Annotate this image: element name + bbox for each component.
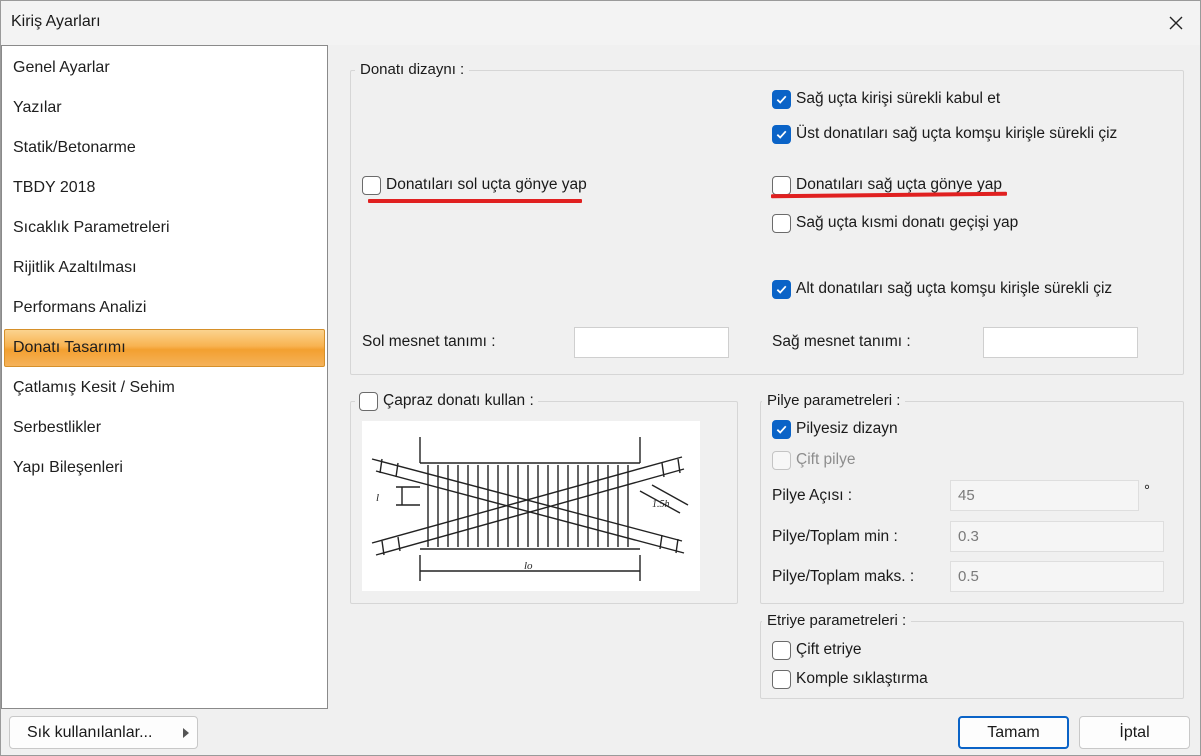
checkbox-unchecked[interactable]: [359, 391, 378, 411]
close-icon: [1169, 16, 1183, 30]
checkbox-checked[interactable]: [772, 89, 791, 109]
komple-checkbox[interactable]: Komple sıklaştırma: [772, 668, 928, 690]
title-bar: Kiriş Ayarları: [1, 1, 1200, 45]
sidebar-item-donati-tasarimi[interactable]: Donatı Tasarımı: [4, 329, 325, 367]
checkbox-disabled[interactable]: [772, 450, 791, 470]
alt-surekli-label: Alt donatıları sağ uçta komşu kirişle sü…: [796, 280, 1113, 297]
cift-etriye-label: Çift etriye: [796, 641, 862, 658]
sol-gonye-label: Donatıları sol uçta gönye yap: [386, 176, 587, 193]
checkmark-icon: [776, 425, 787, 434]
diagonal-reinforcement-illustration: l 1.5h lo: [371, 437, 689, 581]
sidebar-item-yazilar[interactable]: Yazılar: [4, 89, 325, 127]
sol-gonye-checkbox[interactable]: Donatıları sol uçta gönye yap: [362, 174, 587, 196]
settings-sidebar: Genel Ayarlar Yazılar Statik/Betonarme T…: [1, 45, 328, 709]
sol-mesnet-label: Sol mesnet tanımı :: [362, 333, 496, 350]
donati-dizayni-title: Donatı dizaynı :: [355, 61, 470, 78]
checkmark-icon: [776, 285, 787, 294]
highlight-underline: [368, 199, 582, 203]
sag-mesnet-label: Sağ mesnet tanımı :: [772, 333, 911, 350]
settings-dialog: Kiriş Ayarları Genel Ayarlar Yazılar Sta…: [0, 0, 1201, 756]
cancel-label: İptal: [1119, 723, 1150, 741]
pilyesiz-label: Pilyesiz dizayn: [796, 420, 898, 437]
capraz-donati-checkbox[interactable]: Çapraz donatı kullan :: [355, 390, 538, 412]
checkbox-unchecked[interactable]: [362, 175, 381, 195]
ok-label: Tamam: [987, 723, 1040, 741]
chevron-right-icon: [183, 728, 189, 738]
kismi-gecis-label: Sağ uçta kısmi donatı geçişi yap: [796, 214, 1019, 231]
komple-label: Komple sıklaştırma: [796, 670, 928, 687]
sidebar-item-statik-betonarme[interactable]: Statik/Betonarme: [4, 129, 325, 167]
dim-right-text: 1.5h: [652, 499, 670, 510]
pilye-maks-label: Pilye/Toplam maks. :: [772, 568, 915, 585]
checkbox-checked[interactable]: [772, 124, 791, 144]
checkbox-unchecked[interactable]: [772, 213, 791, 233]
sag-surekli-label: Sağ uçta kirişi sürekli kabul et: [796, 90, 1001, 107]
checkbox-checked[interactable]: [772, 419, 791, 439]
cift-pilye-checkbox[interactable]: Çift pilye: [772, 449, 855, 471]
capraz-donati-label: Çapraz donatı kullan :: [383, 392, 534, 409]
favorites-button[interactable]: Sık kullanılanlar...: [9, 716, 198, 749]
favorites-label: Sık kullanılanlar...: [27, 723, 153, 741]
checkbox-unchecked[interactable]: [772, 175, 791, 195]
pilye-min-input[interactable]: 0.3: [950, 521, 1164, 552]
sol-mesnet-input[interactable]: [574, 327, 729, 358]
close-button[interactable]: [1160, 7, 1192, 39]
cift-etriye-checkbox[interactable]: Çift etriye: [772, 639, 861, 661]
checkbox-unchecked[interactable]: [772, 640, 791, 660]
sidebar-item-performans[interactable]: Performans Analizi: [4, 289, 325, 327]
pilye-min-label: Pilye/Toplam min :: [772, 528, 898, 545]
pilye-maks-input[interactable]: 0.5: [950, 561, 1164, 592]
pilyesiz-checkbox[interactable]: Pilyesiz dizayn: [772, 418, 898, 440]
checkbox-checked[interactable]: [772, 279, 791, 299]
ust-surekli-label: Üst donatıları sağ uçta komşu kirişle sü…: [796, 125, 1118, 142]
capraz-donati-diagram: l 1.5h lo: [362, 421, 700, 591]
sidebar-item-rijitlik[interactable]: Rijitlik Azaltılması: [4, 249, 325, 287]
degree-unit: °: [1144, 482, 1150, 499]
checkbox-unchecked[interactable]: [772, 669, 791, 689]
sidebar-item-yapi-bilesenleri[interactable]: Yapı Bileşenleri: [4, 449, 325, 487]
kismi-gecis-checkbox[interactable]: Sağ uçta kısmi donatı geçişi yap: [772, 212, 1018, 234]
sidebar-item-genel-ayarlar[interactable]: Genel Ayarlar: [4, 49, 325, 87]
cancel-button[interactable]: İptal: [1079, 716, 1190, 749]
ok-button[interactable]: Tamam: [958, 716, 1069, 749]
alt-surekli-checkbox[interactable]: Alt donatıları sağ uçta komşu kirişle sü…: [772, 278, 1112, 300]
checkmark-icon: [776, 130, 787, 139]
sidebar-item-sicaklik[interactable]: Sıcaklık Parametreleri: [4, 209, 325, 247]
pilye-aci-label: Pilye Açısı :: [772, 487, 853, 504]
dim-bottom-text: lo: [524, 560, 533, 572]
sidebar-item-tbdy-2018[interactable]: TBDY 2018: [4, 169, 325, 207]
cift-pilye-label: Çift pilye: [796, 451, 856, 468]
ust-surekli-checkbox[interactable]: Üst donatıları sağ uçta komşu kirişle sü…: [772, 123, 1117, 145]
window-title: Kiriş Ayarları: [11, 13, 101, 30]
pilye-aci-input[interactable]: 45: [950, 480, 1139, 511]
sidebar-item-catlamis-kesit[interactable]: Çatlamış Kesit / Sehim: [4, 369, 325, 407]
checkmark-icon: [776, 95, 787, 104]
sag-mesnet-input[interactable]: [983, 327, 1138, 358]
dim-left-text: l: [376, 492, 379, 504]
sidebar-item-serbestlikler[interactable]: Serbestlikler: [4, 409, 325, 447]
pilye-title: Pilye parametreleri :: [762, 392, 906, 409]
sag-surekli-checkbox[interactable]: Sağ uçta kirişi sürekli kabul et: [772, 88, 1000, 110]
etriye-title: Etriye parametreleri :: [762, 612, 912, 629]
